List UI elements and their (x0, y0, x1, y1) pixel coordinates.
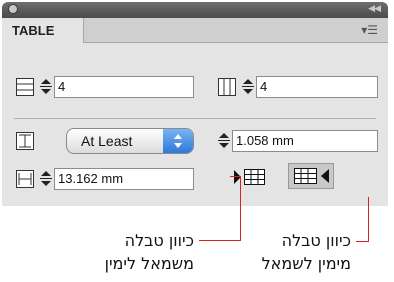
annotation-rtl-line2: מימין לשמאל (261, 254, 351, 273)
table-columns-icon (218, 78, 236, 96)
callout-hook-rtl (356, 241, 369, 242)
row-height-mode-label: At Least (81, 133, 133, 149)
collapse-arrows-icon[interactable]: ◀◀ (368, 3, 381, 14)
close-button-icon[interactable] (8, 4, 18, 14)
column-width-stepper[interactable] (40, 170, 53, 188)
columns-input[interactable]: 4 (256, 76, 378, 98)
dropdown-arrows-icon (163, 129, 193, 153)
annotation-ltr-line1: כיוון טבלה (124, 231, 194, 250)
column-width-input[interactable]: 13.162 mm (54, 168, 194, 190)
column-width-icon (16, 170, 34, 188)
callout-tick-ltr (230, 176, 240, 177)
callout-hook-ltr (199, 240, 241, 241)
panel-menu-icon[interactable]: ▾☰ (361, 23, 378, 37)
columns-stepper[interactable] (242, 78, 255, 96)
row-height-stepper[interactable] (218, 132, 231, 150)
table-rows-icon (16, 78, 34, 96)
annotation-ltr-line2: משמאל לימין (104, 254, 194, 273)
rows-input[interactable]: 4 (54, 76, 194, 98)
callout-line-rtl (368, 197, 369, 242)
panel-titlebar: ◀◀ (2, 2, 388, 18)
rtl-table-direction-button[interactable] (288, 163, 334, 189)
section-divider (14, 118, 376, 119)
ltr-table-direction-icon[interactable] (232, 164, 270, 190)
row-height-icon (16, 132, 34, 150)
row-height-mode-dropdown[interactable]: At Least (66, 128, 194, 154)
rtl-table-direction-icon (294, 168, 329, 184)
panel-tabstrip: TABLE ▾☰ (2, 18, 388, 43)
annotation-rtl-line1: כיוון טבלה (281, 231, 351, 250)
table-panel: ◀◀ TABLE ▾☰ 4 4 At Least 1.058 mm 13.162… (2, 2, 388, 206)
rows-stepper[interactable] (40, 78, 53, 96)
callout-line-ltr (240, 176, 241, 240)
tab-table[interactable]: TABLE (2, 18, 84, 43)
row-height-input[interactable]: 1.058 mm (232, 130, 378, 152)
